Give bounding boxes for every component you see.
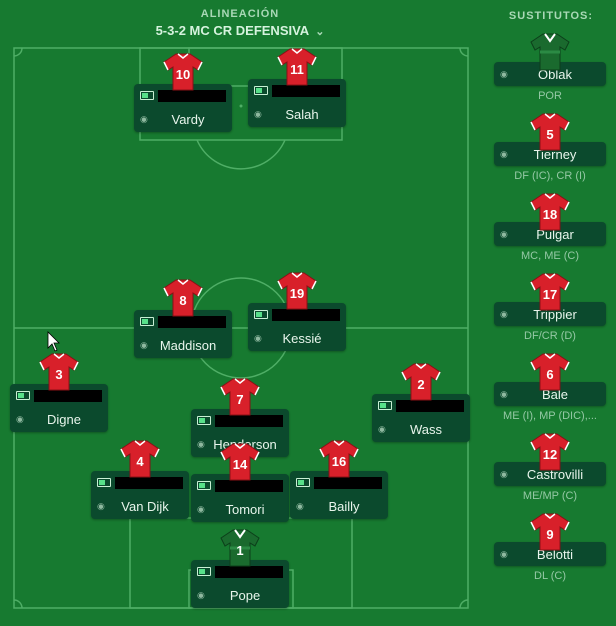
battery-icon [254, 310, 268, 319]
substitute-positions: POR [538, 90, 562, 102]
shirt-icon[interactable]: 17 [529, 272, 571, 312]
substitute-positions: ME/MP (C) [522, 490, 578, 502]
person-icon: ◉ [296, 501, 304, 511]
shirt-number: 1 [236, 543, 243, 558]
shirt-icon[interactable]: 7 [219, 377, 261, 417]
person-icon: ◉ [140, 340, 148, 350]
player-name: Maddison [159, 337, 217, 353]
shirt-icon[interactable]: 6 [529, 352, 571, 392]
shirt-number: 14 [233, 457, 248, 472]
person-icon: ◉ [197, 439, 205, 449]
shirt-icon[interactable]: 19 [276, 271, 318, 311]
person-icon: ◉ [197, 590, 205, 600]
player-name: Digne [47, 411, 81, 427]
person-icon: ◉ [500, 549, 508, 559]
shirt-number: 4 [136, 454, 144, 469]
player-name-row: ◉ Vardy [140, 111, 226, 127]
player-name-row: ◉ Wass [378, 421, 464, 437]
player-name-row: ◉ Digne [16, 411, 102, 427]
player-name: Van Dijk [121, 498, 169, 514]
shirt-icon[interactable]: 14 [219, 442, 261, 482]
shirt-number: 16 [332, 454, 346, 469]
player-name: Kessié [282, 330, 322, 346]
player-name: Bailly [328, 498, 360, 514]
person-icon: ◉ [97, 501, 105, 511]
substitute-positions: DL (C) [534, 570, 566, 582]
person-icon: ◉ [500, 309, 508, 319]
substitute-positions: ME (I), MP (DIC),... [503, 410, 597, 422]
player-name-row: ◉ Kessié [254, 330, 340, 346]
shirt-number: 7 [236, 392, 243, 407]
shirt-icon[interactable]: 9 [529, 512, 571, 552]
player-name-row: ◉ Bailly [296, 498, 382, 514]
person-icon: ◉ [500, 69, 508, 79]
formation-selector[interactable]: 5-3-2 MC CR DEFENSIVA ⌄ [120, 23, 360, 38]
battery-icon [378, 401, 392, 410]
player-name: Vardy [171, 111, 205, 127]
battery-icon [197, 481, 211, 490]
player-name-row: ◉ Maddison [140, 337, 226, 353]
player-name: Tomori [225, 501, 265, 517]
battery-icon [16, 391, 30, 400]
person-icon: ◉ [254, 333, 262, 343]
shirt-number: 11 [290, 62, 304, 77]
battery-icon [296, 478, 310, 487]
shirt-number: 12 [543, 447, 557, 462]
shirt-icon[interactable]: 8 [162, 278, 204, 318]
shirt-number: 9 [546, 527, 553, 542]
battery-icon [97, 478, 111, 487]
formation-name: 5-3-2 MC CR DEFENSIVA [155, 23, 310, 38]
player-name: Salah [285, 106, 319, 122]
shirt-number: 5 [546, 127, 553, 142]
player-name-row: ◉ Van Dijk [97, 498, 183, 514]
shirt-number: 8 [179, 293, 186, 308]
person-icon: ◉ [197, 504, 205, 514]
person-icon: ◉ [500, 469, 508, 479]
person-icon: ◉ [16, 414, 24, 424]
shirt-icon[interactable]: 4 [119, 439, 161, 479]
player-name-row: ◉ Pope [197, 587, 283, 603]
shirt-icon[interactable]: 18 [529, 192, 571, 232]
shirt-icon[interactable]: 5 [529, 112, 571, 152]
chevron-down-icon: ⌄ [315, 26, 325, 38]
player-name-row: ◉ Salah [254, 106, 340, 122]
person-icon: ◉ [500, 389, 508, 399]
person-icon: ◉ [500, 149, 508, 159]
battery-icon [197, 416, 211, 425]
player-name: Wass [409, 421, 443, 437]
substitute-positions: MC, ME (C) [520, 250, 580, 262]
shirt-icon[interactable]: 16 [318, 439, 360, 479]
lineup-header: ALINEACIÓN 5-3-2 MC CR DEFENSIVA ⌄ [120, 8, 360, 38]
person-icon: ◉ [500, 229, 508, 239]
shirt-icon[interactable] [529, 32, 571, 72]
shirt-icon[interactable]: 12 [529, 432, 571, 472]
battery-icon [140, 317, 154, 326]
battery-icon [140, 91, 154, 100]
player-name: Pope [229, 587, 261, 603]
substitute-positions: DF (IC), CR (I) [514, 170, 586, 182]
shirt-number: 10 [176, 67, 190, 82]
person-icon: ◉ [378, 424, 386, 434]
lineup-label: ALINEACIÓN [200, 8, 280, 20]
shirt-number: 18 [543, 207, 557, 222]
shirt-number: 3 [55, 367, 62, 382]
shirt-number: 19 [290, 286, 304, 301]
shirt-icon[interactable]: 10 [162, 52, 204, 92]
shirt-icon[interactable]: 3 [38, 352, 80, 392]
battery-icon [197, 567, 211, 576]
battery-icon [254, 86, 268, 95]
shirt-number: 6 [546, 367, 553, 382]
shirt-number: 17 [543, 287, 557, 302]
shirt-icon[interactable]: 11 [276, 47, 318, 87]
person-icon: ◉ [254, 109, 262, 119]
substitutes-title: SUSTITUTOS: [508, 10, 594, 22]
person-icon: ◉ [140, 114, 148, 124]
player-name-row: ◉ Tomori [197, 501, 283, 517]
shirt-icon[interactable]: 1 [219, 528, 261, 568]
shirt-number: 2 [417, 377, 424, 392]
shirt-icon[interactable]: 2 [400, 362, 442, 402]
substitute-positions: DF/CR (D) [524, 330, 576, 342]
